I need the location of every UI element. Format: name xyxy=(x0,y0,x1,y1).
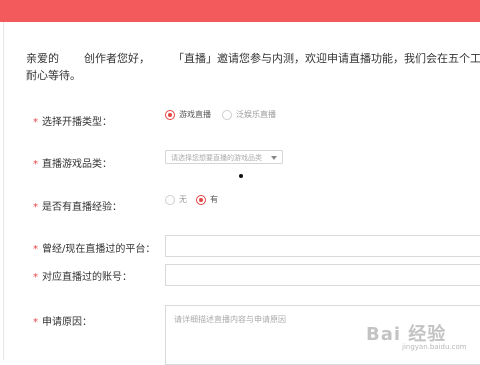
required-mark: * xyxy=(33,317,38,328)
radio-experience-yes[interactable]: 有 xyxy=(196,194,218,205)
radio-icon xyxy=(165,194,175,205)
required-mark: * xyxy=(33,202,38,213)
intro-greeting: 亲爱的 xyxy=(26,52,59,65)
radio-experience-no[interactable]: 无 xyxy=(165,194,187,205)
game-category-select[interactable]: 请选择您想要直播的游戏品类 xyxy=(165,150,283,164)
required-mark: * xyxy=(33,244,38,255)
label-platform: * 曾经/现在直播过的平台： xyxy=(33,244,156,255)
intro-creator: 创作者您好， xyxy=(84,52,150,65)
chevron-down-icon xyxy=(271,156,277,160)
select-placeholder: 请选择您想要直播的游戏品类 xyxy=(171,154,262,162)
required-mark: * xyxy=(33,117,38,128)
account-input[interactable] xyxy=(165,264,480,286)
reason-placeholder: 请详细描述直播内容与申请原因 xyxy=(174,315,286,324)
cursor-dot xyxy=(239,174,243,178)
required-mark: * xyxy=(33,159,38,170)
radio-entertainment-live[interactable]: 泛娱乐直播 xyxy=(222,109,276,120)
intro-tail: 耐心等待。 xyxy=(26,69,81,82)
label-reason: * 申请原因： xyxy=(33,317,92,328)
intro-body: 「直播」邀请您参与内测，欢迎申请直播功能，我们会在五个工作 xyxy=(173,52,480,65)
label-account: * 对应直播过的账号： xyxy=(33,272,132,283)
baidu-jingyan-watermark: Bai 经验 jingyan.baidu.com xyxy=(366,324,467,351)
required-mark: * xyxy=(33,272,38,283)
intro-text: 亲爱的 创作者您好， 「直播」邀请您参与内测，欢迎申请直播功能，我们会在五个工作… xyxy=(26,50,480,82)
radio-icon xyxy=(196,194,206,205)
label-experience: * 是否有直播经验： xyxy=(33,202,122,213)
left-divider xyxy=(3,22,4,360)
radio-game-live[interactable]: 游戏直播 xyxy=(165,109,211,120)
label-game-category: * 直播游戏品类： xyxy=(33,159,112,170)
radio-icon xyxy=(165,109,175,120)
radio-icon xyxy=(222,109,232,120)
platform-input[interactable] xyxy=(165,235,480,257)
top-bar xyxy=(0,0,480,22)
label-live-type: * 选择开播类型： xyxy=(33,117,112,128)
